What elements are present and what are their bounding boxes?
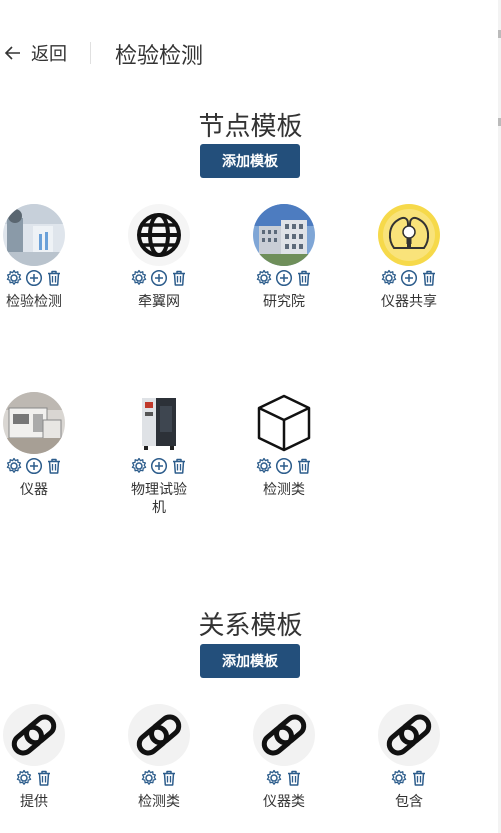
node-template-label: 检测类 xyxy=(263,481,305,497)
link-icon[interactable] xyxy=(253,704,315,766)
settings-icon[interactable] xyxy=(255,269,273,287)
page-header: 返回 检验检测 xyxy=(0,30,490,74)
settings-icon[interactable] xyxy=(130,457,148,475)
delete-icon[interactable] xyxy=(170,269,188,287)
relation-template-label: 包含 xyxy=(395,793,423,809)
relation-template-label: 检测类 xyxy=(138,793,180,809)
node-section-title: 节点模板 xyxy=(198,111,303,141)
card-actions xyxy=(255,269,313,287)
settings-icon[interactable] xyxy=(265,769,283,787)
card-actions xyxy=(390,769,428,787)
add-icon[interactable] xyxy=(400,269,418,287)
card-actions xyxy=(130,457,188,475)
card-actions xyxy=(140,769,178,787)
settings-icon[interactable] xyxy=(15,769,33,787)
card-actions xyxy=(255,457,313,475)
settings-icon[interactable] xyxy=(5,269,23,287)
add-icon[interactable] xyxy=(150,269,168,287)
page-title: 检验检测 xyxy=(115,43,204,68)
delete-icon[interactable] xyxy=(170,457,188,475)
node-template-label: 检验检测 xyxy=(6,293,62,309)
add-icon[interactable] xyxy=(25,269,43,287)
cube-icon[interactable] xyxy=(253,392,315,454)
card-actions xyxy=(130,269,188,287)
lightbulb-head-icon[interactable] xyxy=(378,204,440,266)
lab-photo-icon[interactable] xyxy=(3,204,65,266)
card-actions xyxy=(15,769,53,787)
settings-icon[interactable] xyxy=(255,457,273,475)
globe-icon[interactable] xyxy=(128,204,190,266)
delete-icon[interactable] xyxy=(295,269,313,287)
link-icon[interactable] xyxy=(128,704,190,766)
card-actions xyxy=(5,457,63,475)
relation-template-label: 提供 xyxy=(20,793,48,809)
card-actions xyxy=(265,769,303,787)
delete-icon[interactable] xyxy=(45,269,63,287)
card-actions xyxy=(380,269,438,287)
link-icon[interactable] xyxy=(378,704,440,766)
relation-template-label: 仪器类 xyxy=(263,793,305,809)
building-photo-icon[interactable] xyxy=(253,204,315,266)
back-label: 返回 xyxy=(31,44,67,64)
add-relation-template-button[interactable]: 添加模板 xyxy=(200,644,300,678)
delete-icon[interactable] xyxy=(420,269,438,287)
node-template-label: 物理试验机 xyxy=(131,481,187,515)
node-template-label: 仪器共享 xyxy=(381,293,437,309)
card-actions xyxy=(5,269,63,287)
arrow-left-icon xyxy=(4,46,20,60)
add-icon[interactable] xyxy=(275,269,293,287)
settings-icon[interactable] xyxy=(390,769,408,787)
settings-icon[interactable] xyxy=(130,269,148,287)
delete-icon[interactable] xyxy=(35,769,53,787)
node-template-label: 研究院 xyxy=(263,293,305,309)
delete-icon[interactable] xyxy=(410,769,428,787)
instrument-photo-icon[interactable] xyxy=(3,392,65,454)
add-icon[interactable] xyxy=(150,457,168,475)
node-template-label: 仪器 xyxy=(20,481,48,497)
delete-icon[interactable] xyxy=(295,457,313,475)
delete-icon[interactable] xyxy=(45,457,63,475)
settings-icon[interactable] xyxy=(5,457,23,475)
back-button[interactable]: 返回 xyxy=(3,40,67,66)
add-node-template-button[interactable]: 添加模板 xyxy=(200,144,300,178)
test-chamber-icon[interactable] xyxy=(128,392,190,454)
relation-section-title: 关系模板 xyxy=(198,610,303,640)
settings-icon[interactable] xyxy=(140,769,158,787)
add-icon[interactable] xyxy=(25,457,43,475)
add-icon[interactable] xyxy=(275,457,293,475)
delete-icon[interactable] xyxy=(285,769,303,787)
settings-icon[interactable] xyxy=(380,269,398,287)
link-icon[interactable] xyxy=(3,704,65,766)
delete-icon[interactable] xyxy=(160,769,178,787)
node-template-label: 牵翼网 xyxy=(138,293,180,309)
header-divider xyxy=(90,42,91,64)
